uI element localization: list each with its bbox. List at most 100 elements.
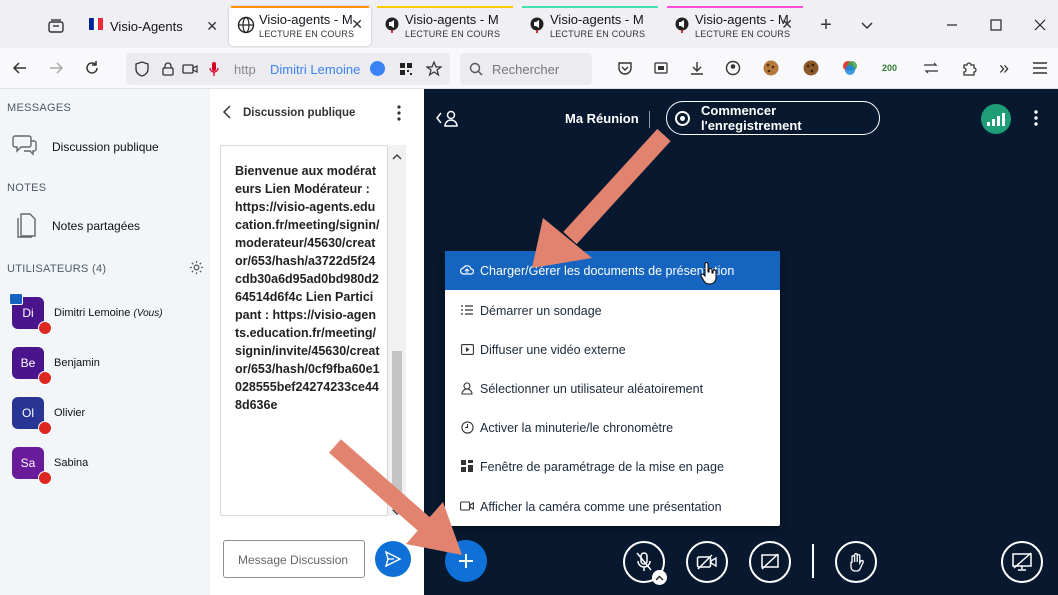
scroll-down-icon[interactable] — [392, 503, 402, 521]
tab-visio-agents[interactable]: Visio-Agents ✕ — [80, 6, 226, 46]
menu-item-camera-as-presentation[interactable]: Afficher la caméra comme une présentatio… — [445, 487, 780, 526]
menu-item-timer[interactable]: Activer la minuterie/le chronomètre — [445, 408, 780, 447]
more-options-icon[interactable] — [1033, 110, 1039, 131]
tab-line — [231, 6, 369, 8]
avatar-initials: Be — [20, 356, 36, 370]
sidebar-item-public-chat[interactable]: Discussion publique — [0, 129, 210, 165]
reload-icon[interactable] — [80, 56, 104, 80]
user-list-item[interactable]: Di Dimitri Lemoine (Vous) — [0, 293, 210, 335]
bookmark-star-icon[interactable] — [422, 57, 446, 81]
account-icon[interactable] — [721, 56, 745, 80]
close-tab-icon[interactable]: ✕ — [351, 16, 363, 33]
camera-off-icon — [696, 554, 717, 570]
menu-item-label: Charger/Gérer les documents de présentat… — [480, 263, 735, 278]
extension-badge-200[interactable]: 200 — [882, 63, 897, 73]
chat-bubble-icon — [12, 133, 38, 162]
menu-item-manage-presentations[interactable]: Charger/Gérer les documents de présentat… — [445, 251, 780, 290]
hamburger-menu-icon[interactable] — [1028, 56, 1052, 80]
tab-visio-agents-4[interactable]: Visio-agents - M LECTURE EN COURS ✕ — [665, 6, 805, 46]
close-tab-icon[interactable]: ✕ — [206, 18, 218, 35]
message-input[interactable]: Message Discussion — [223, 540, 365, 578]
screenshot-icon[interactable] — [649, 56, 673, 80]
qr-code-icon[interactable] — [394, 57, 418, 81]
chat-scrollbar[interactable] — [388, 145, 406, 516]
flag-icon — [88, 16, 106, 34]
download-icon[interactable] — [685, 56, 709, 80]
minimize-icon[interactable] — [940, 13, 964, 37]
cookie-icon[interactable] — [799, 56, 823, 80]
back-icon[interactable] — [8, 56, 32, 80]
extensions-puzzle-icon[interactable] — [957, 56, 981, 80]
user-name: Olivier — [54, 407, 86, 419]
user-list-item[interactable]: Be Benjamin — [0, 344, 210, 385]
camera-button[interactable] — [686, 541, 728, 583]
avatar-initials: Sa — [20, 456, 36, 470]
overflow-chevrons-icon[interactable]: » — [992, 56, 1016, 80]
user-list-item[interactable]: Ol Olivier — [0, 394, 210, 435]
menu-item-label: Démarrer un sondage — [480, 303, 602, 318]
tab-visio-agents-3[interactable]: Visio-agents - M LECTURE EN COURS — [520, 6, 660, 46]
search-placeholder: Rechercher — [492, 62, 560, 77]
raise-hand-button[interactable] — [835, 541, 877, 583]
speaker-icon — [383, 16, 401, 34]
tab-list-icon[interactable] — [44, 14, 68, 38]
url-prefix: http — [234, 62, 256, 77]
maximize-icon[interactable] — [984, 13, 1008, 37]
user-name: Dimitri Lemoine (Vous) — [54, 307, 163, 319]
new-tab-icon[interactable]: + — [814, 13, 838, 37]
upload-cloud-icon — [460, 263, 474, 277]
avatar: Ol — [12, 397, 52, 435]
color-extension-icon[interactable] — [838, 56, 862, 80]
record-icon — [675, 111, 690, 126]
tab-line — [377, 6, 513, 8]
microphone-button[interactable] — [623, 541, 667, 585]
close-window-icon[interactable] — [1028, 13, 1052, 37]
tab-subtitle: LECTURE EN COURS — [695, 29, 791, 39]
user-list-toggle-icon[interactable] — [436, 109, 460, 132]
start-recording-button[interactable]: Commencer l'enregistrement — [666, 101, 880, 135]
http-switch-icon[interactable] — [919, 56, 943, 80]
sidebar-item-label: Notes partagées — [52, 219, 141, 233]
tab-subtitle: LECTURE EN COURS — [259, 29, 355, 39]
menu-item-label: Activer la minuterie/le chronomètre — [480, 420, 674, 435]
chat-message: Bienvenue aux modérateurs Lien Modérateu… — [235, 164, 380, 412]
chat-message-list[interactable]: Bienvenue aux modérateurs Lien Modérateu… — [220, 145, 388, 516]
shield-icon[interactable] — [130, 57, 154, 81]
menu-item-random-user[interactable]: Sélectionner un utilisateur aléatoiremen… — [445, 369, 780, 408]
lock-icon[interactable] — [156, 57, 180, 81]
connection-status-button[interactable] — [981, 104, 1011, 134]
user-list-item[interactable]: Sa Sabina — [0, 444, 210, 485]
users-header: UTILISATEURS (4) — [7, 263, 107, 275]
tab-line — [667, 6, 803, 8]
tab-visio-agents-active[interactable]: Visio-agents - M LECTURE EN COURS ✕ — [229, 6, 371, 46]
scrollbar-thumb[interactable] — [392, 351, 402, 511]
pocket-icon[interactable] — [613, 56, 637, 80]
gear-icon[interactable] — [189, 260, 204, 280]
screen-share-button[interactable] — [749, 541, 791, 583]
menu-item-external-video[interactable]: Diffuser une vidéo externe — [445, 330, 780, 369]
scroll-up-icon[interactable] — [392, 148, 402, 166]
menu-item-label: Fenêtre de paramétrage de la mise en pag… — [480, 459, 724, 474]
chevron-down-icon[interactable] — [855, 13, 879, 37]
more-options-icon[interactable] — [396, 105, 402, 126]
actions-plus-button[interactable] — [445, 540, 487, 582]
sidebar-item-shared-notes[interactable]: Notes partagées — [0, 209, 210, 245]
menu-item-start-poll[interactable]: Démarrer un sondage — [445, 291, 780, 330]
url-bar[interactable]: http Dimitri Lemoine — [126, 53, 450, 85]
send-button[interactable] — [375, 541, 411, 577]
microphone-permission-icon[interactable] — [202, 57, 226, 81]
camera-permission-icon[interactable] — [178, 57, 202, 81]
cookie-icon[interactable] — [759, 56, 783, 80]
forward-icon[interactable] — [44, 56, 68, 80]
tab-subtitle: LECTURE EN COURS — [550, 29, 646, 39]
chevron-left-icon[interactable] — [222, 105, 232, 124]
presentation-toggle-button[interactable] — [1001, 541, 1043, 583]
poll-icon — [460, 303, 474, 317]
tab-visio-agents-2[interactable]: Visio-agents - M LECTURE EN COURS — [375, 6, 515, 46]
audio-options-chevron-icon[interactable] — [652, 570, 667, 585]
search-bar[interactable]: Rechercher — [460, 53, 592, 85]
user-you-suffix: (Vous) — [133, 308, 163, 319]
menu-item-label: Sélectionner un utilisateur aléatoiremen… — [480, 381, 704, 396]
menu-item-layout-settings[interactable]: Fenêtre de paramétrage de la mise en pag… — [445, 447, 780, 486]
close-tab-icon[interactable]: ✕ — [781, 16, 793, 33]
